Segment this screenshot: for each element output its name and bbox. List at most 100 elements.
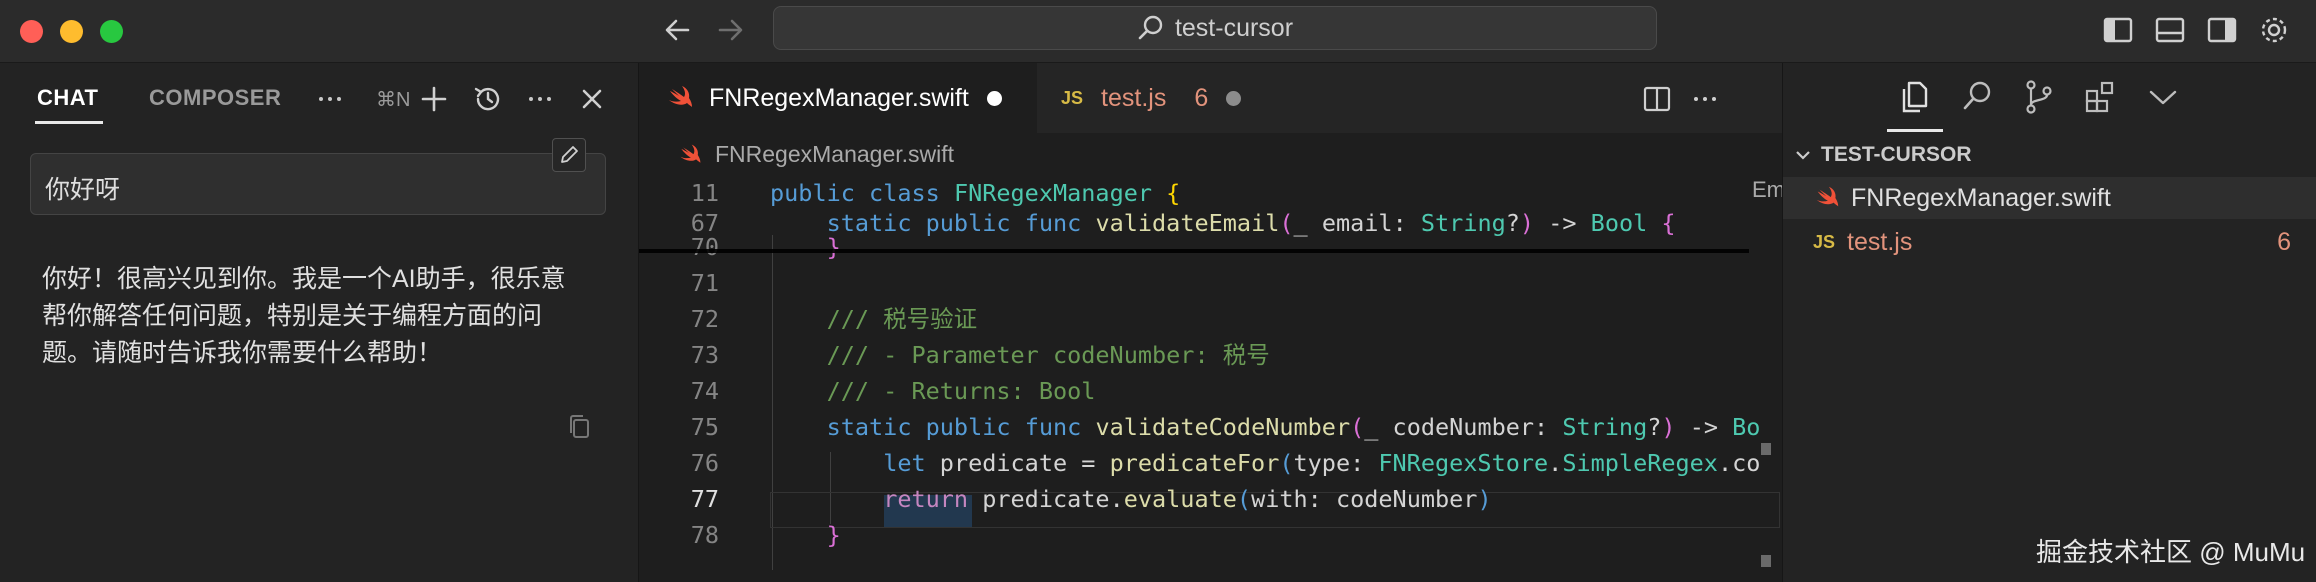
- active-view-indicator: [1887, 129, 1943, 132]
- history-icon[interactable]: [470, 81, 506, 117]
- swift-icon: [669, 86, 692, 107]
- code-token: predicate.: [982, 485, 1124, 513]
- forward-arrow-icon[interactable]: [710, 10, 750, 50]
- explorer-files-icon[interactable]: [1895, 77, 1935, 117]
- watermark: 掘金技术社区 @ MuMu: [2036, 537, 2306, 567]
- unsaved-dot-icon: [1226, 90, 1242, 106]
- explorer-file-test-js[interactable]: JS test.js 6: [1783, 221, 2316, 263]
- code-token: func: [1024, 413, 1096, 441]
- chevron-down-icon[interactable]: [2143, 77, 2183, 117]
- code-line[interactable]: 74 /// - Returns: Bool: [639, 373, 1782, 409]
- code-token: ?: [1647, 413, 1662, 441]
- code-token: Bo: [1732, 413, 1761, 441]
- code-token: predicate =: [939, 449, 1110, 477]
- edit-message-button[interactable]: [552, 138, 586, 172]
- source-control-icon[interactable]: [2019, 77, 2059, 117]
- assistant-message-line: 你好！很高兴见到你。我是一个AI助手，很乐意: [42, 265, 566, 293]
- code-text: let predicate = predicateFor(type: FNReg…: [770, 445, 1760, 481]
- code-token: (: [1236, 485, 1252, 513]
- command-search-box[interactable]: test-cursor: [773, 6, 1657, 50]
- user-message-bubble[interactable]: 你好呀: [30, 153, 606, 215]
- explorer-sidebar: TEST-CURSOR FNRegexManager.swift JS test…: [1782, 63, 2316, 582]
- code-token: }: [826, 233, 841, 261]
- split-editor-icon[interactable]: [1639, 81, 1675, 117]
- extensions-icon[interactable]: [2081, 77, 2121, 117]
- code-editor[interactable]: 11 public class FNRegexManager {67 static…: [639, 175, 1782, 582]
- copy-icon[interactable]: [565, 412, 595, 442]
- explorer-section-header[interactable]: TEST-CURSOR: [1793, 143, 1972, 167]
- code-line[interactable]: 72 /// 税号验证: [639, 301, 1782, 337]
- toggle-primary-sidebar-icon[interactable]: [2100, 12, 2136, 48]
- code-text: static public func validateCodeNumber(_ …: [770, 409, 1761, 445]
- code-token: with: codeNumber: [1251, 485, 1478, 513]
- problem-count: 6: [1194, 83, 1209, 112]
- code-text: }: [770, 229, 841, 265]
- search-icon[interactable]: [1957, 77, 1997, 117]
- toggle-secondary-sidebar-icon[interactable]: [2204, 12, 2240, 48]
- chevron-down-icon: [1796, 151, 1810, 160]
- code-token: return: [883, 485, 983, 513]
- js-file-icon: JS: [1813, 231, 1836, 252]
- code-line[interactable]: 77 return predicate.evaluate(with: codeN…: [639, 481, 1782, 517]
- swift-icon: [680, 144, 701, 163]
- code-token: .: [1717, 449, 1733, 477]
- code-token: /// - Parameter codeNumber: 税号: [826, 341, 1270, 369]
- search-text: test-cursor: [1174, 13, 1294, 42]
- code-token: class: [869, 179, 954, 207]
- toggle-panel-icon[interactable]: [2152, 12, 2188, 48]
- more-options-icon-2[interactable]: [522, 81, 558, 117]
- line-number: 72: [690, 305, 719, 333]
- explorer-file-fnregexmanager-swift[interactable]: FNRegexManager.swift: [1783, 177, 2316, 219]
- file-name: test.js: [1847, 227, 1913, 256]
- code-token: predicateFor: [1109, 449, 1280, 477]
- settings-gear-icon[interactable]: [2256, 12, 2292, 48]
- zoom-window-button[interactable]: [100, 20, 123, 43]
- code-line[interactable]: 75 static public func validateCodeNumber…: [639, 409, 1782, 445]
- minimize-window-button[interactable]: [60, 20, 83, 43]
- code-line[interactable]: 78 }: [639, 517, 1782, 553]
- breadcrumb[interactable]: FNRegexManager.swift: [677, 141, 954, 168]
- tab-test-js[interactable]: JS test.js 6: [1037, 63, 1305, 133]
- code-token: let: [883, 449, 940, 477]
- code-token: public: [770, 179, 870, 207]
- clipped-inline-text: Em: [1752, 177, 1785, 202]
- tab-label: FNRegexManager.swift: [709, 83, 969, 112]
- code-token: {: [1166, 179, 1181, 207]
- editor-more-actions-icon[interactable]: [1687, 81, 1723, 117]
- code-token: (: [1350, 413, 1365, 441]
- new-chat-shortcut: ⌘N: [376, 89, 411, 111]
- tab-composer[interactable]: COMPOSER: [149, 85, 281, 111]
- new-chat-plus-icon[interactable]: [416, 81, 452, 117]
- swift-icon: [1816, 186, 1839, 207]
- code-line[interactable]: 70 }: [639, 229, 1782, 265]
- workspace-title: TEST-CURSOR: [1821, 143, 1972, 166]
- more-options-icon[interactable]: [312, 81, 348, 117]
- code-text: /// - Parameter codeNumber: 税号: [770, 337, 1270, 373]
- code-token: evaluate: [1123, 485, 1237, 513]
- line-number: 75: [690, 413, 719, 441]
- code-line[interactable]: 73 /// - Parameter codeNumber: 税号: [639, 337, 1782, 373]
- back-arrow-icon[interactable]: [658, 10, 698, 50]
- close-window-button[interactable]: [20, 20, 43, 43]
- code-text: /// 税号验证: [770, 301, 978, 337]
- tab-fnregexmanager-swift[interactable]: FNRegexManager.swift: [639, 63, 1037, 133]
- scrollbar-marker: [1761, 555, 1771, 567]
- code-token: _ codeNumber:: [1364, 413, 1563, 441]
- code-line[interactable]: 76 let predicate = predicateFor(type: FN…: [639, 445, 1782, 481]
- code-line[interactable]: 71: [639, 265, 1782, 301]
- unsaved-dot-icon: [986, 90, 1002, 106]
- assistant-message: 你好！很高兴见到你。我是一个AI助手，很乐意 帮你解答任何问题，特别是关于编程方…: [42, 261, 598, 372]
- code-token: /// 税号验证: [826, 305, 978, 333]
- tab-chat[interactable]: CHAT: [37, 85, 98, 111]
- chat-panel: CHAT COMPOSER ⌘N 你好呀 你好！很高兴见到你。我是一个AI助手，…: [0, 63, 639, 582]
- code-token: /// - Returns: Bool: [826, 377, 1096, 405]
- pencil-icon: [561, 146, 578, 163]
- line-number: 76: [690, 449, 719, 477]
- close-panel-icon[interactable]: [574, 81, 610, 117]
- title-bar: test-cursor: [0, 0, 2316, 63]
